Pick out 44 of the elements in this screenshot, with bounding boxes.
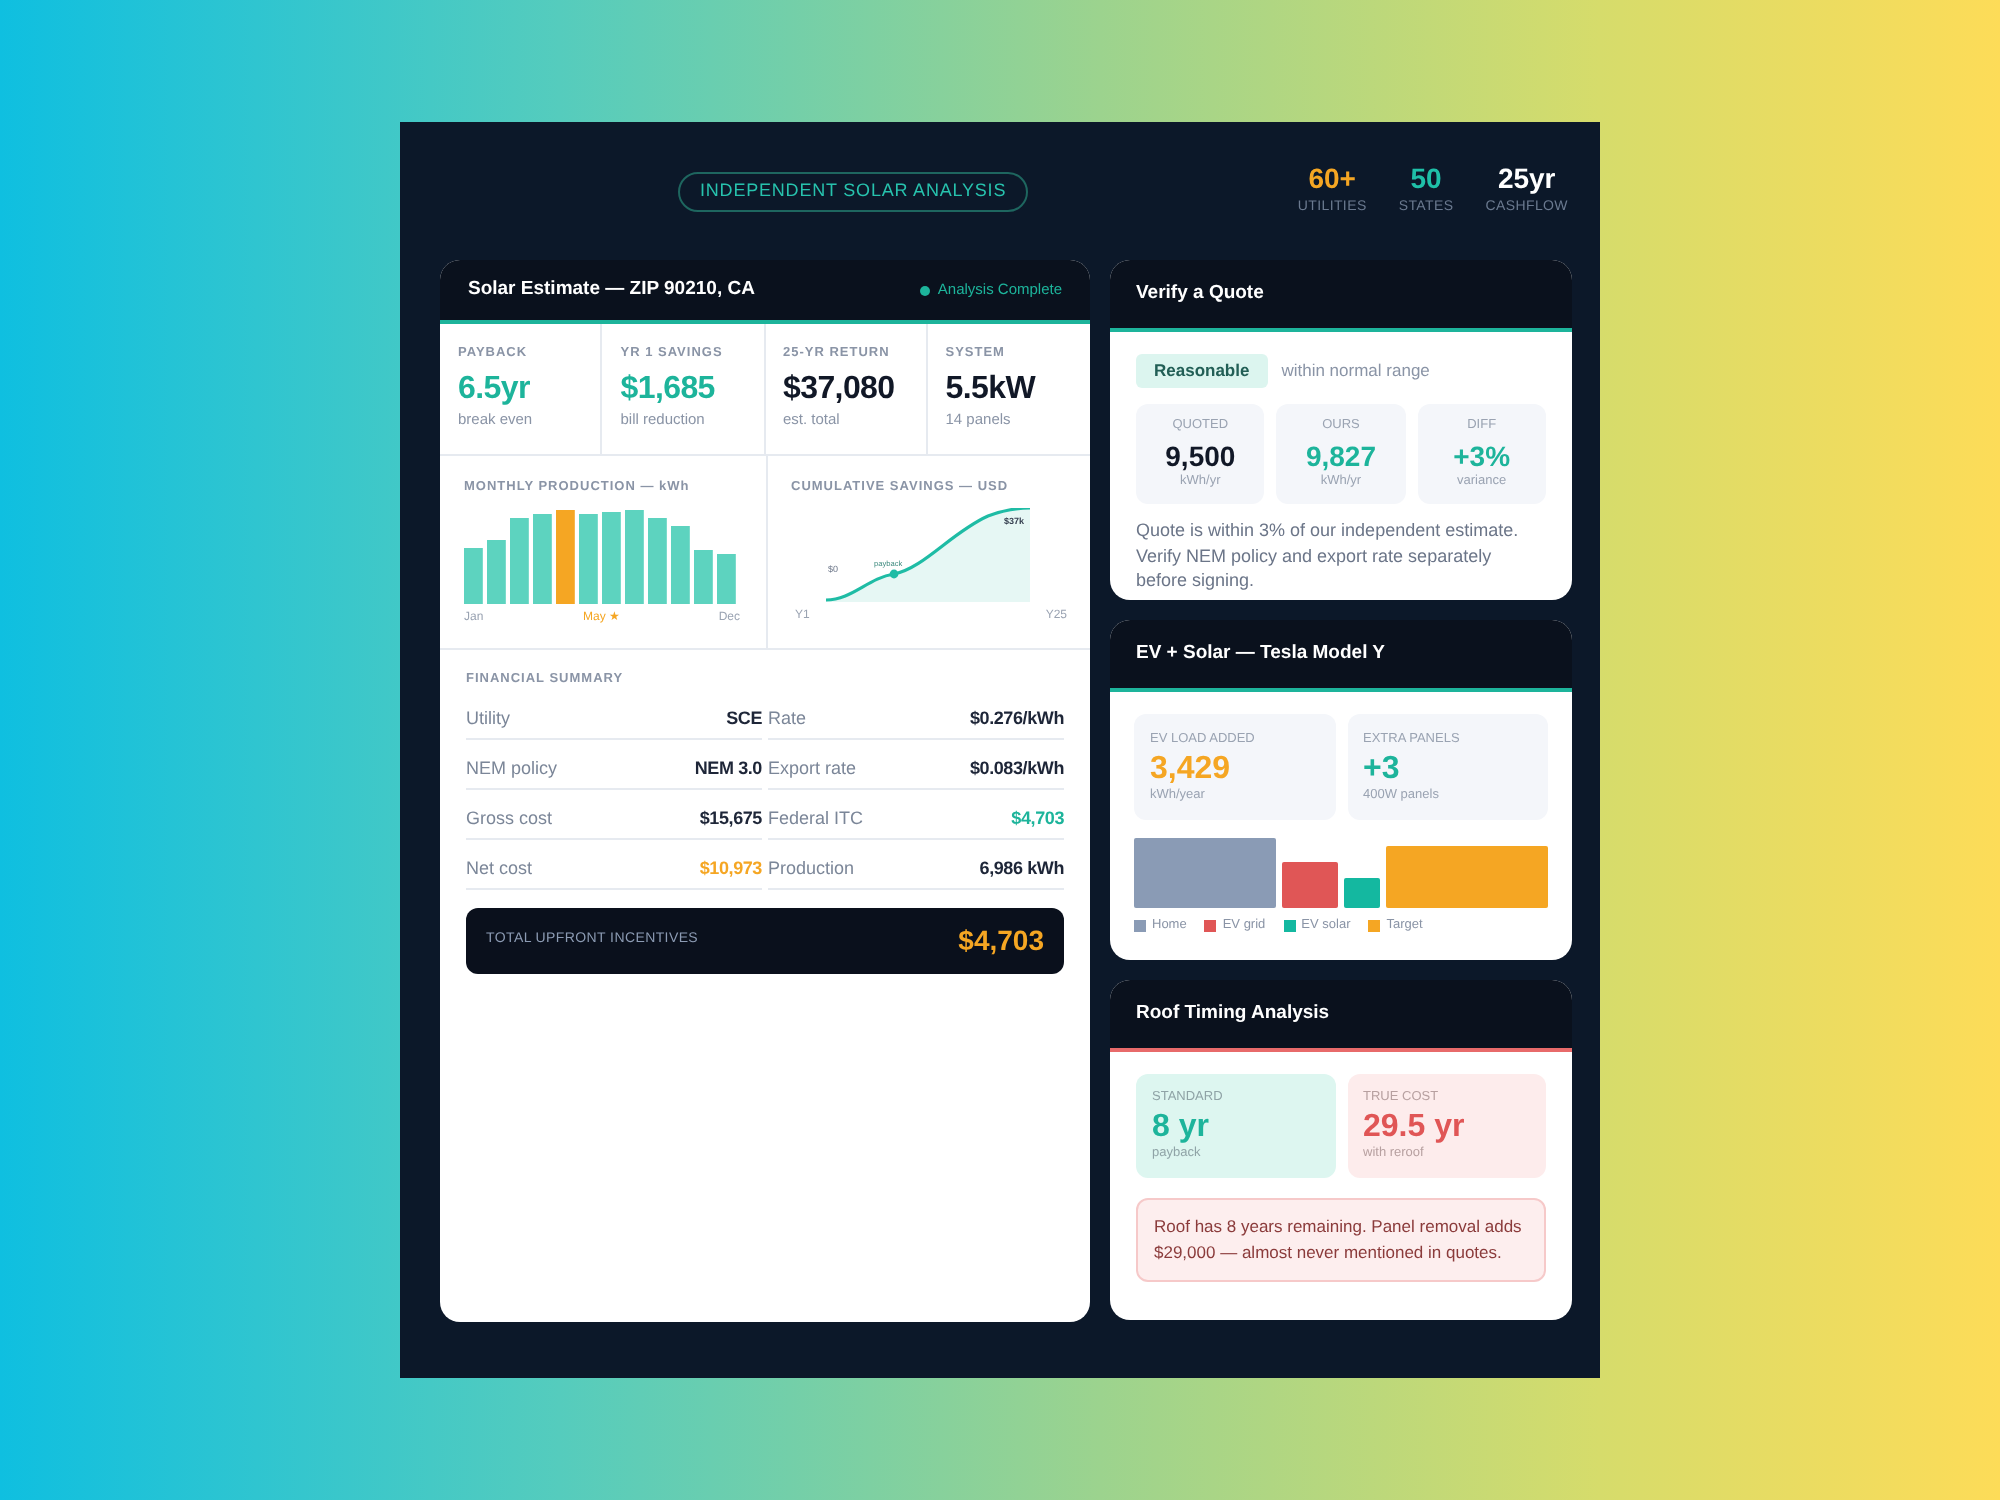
load-bar — [1344, 878, 1380, 908]
summary-value: 6,986 kWh — [979, 858, 1064, 878]
summary-value: $4,703 — [1011, 808, 1064, 828]
metric-value: 5.5kW — [945, 370, 1038, 410]
summary-value: $10,973 — [699, 858, 762, 878]
stat-value: 25yr — [1497, 162, 1556, 197]
summary-label: Rate — [768, 708, 807, 728]
metric-value: 6.5yr — [458, 370, 532, 410]
tile-value: 9,827 — [1305, 440, 1377, 474]
incentives-value: $4,703 — [958, 922, 1044, 960]
summary-value: $0.083/kWh — [969, 758, 1064, 778]
tile-value: 8 yr — [1152, 1110, 1211, 1146]
data-point-icon — [888, 569, 898, 579]
summary-value: $15,675 — [699, 808, 762, 828]
summary-label: Production — [768, 858, 855, 878]
tile-value: 3,429 — [1150, 752, 1233, 788]
stat-value: 50 — [1410, 162, 1442, 197]
analysis-badge: INDEPENDENT SOLAR ANALYSIS — [678, 171, 1029, 211]
summary-value: SCE — [726, 708, 762, 728]
summary-label: NEM policy — [466, 758, 558, 778]
metric-value: $37,080 — [783, 370, 897, 410]
summary-value: $0.276/kWh — [969, 708, 1064, 728]
load-bar — [1282, 862, 1338, 908]
card-title: EV + Solar — Tesla Model Y — [1136, 639, 1386, 668]
quote-note: Quote is within 3% of our independent estimate. Verify NEM policy and export rate separately before signing. — [1136, 518, 1521, 593]
summary-value: NEM 3.0 — [694, 758, 762, 778]
card-title: Roof Timing Analysis — [1136, 999, 1330, 1028]
tile-value: +3 — [1363, 752, 1401, 788]
verdict-badge: Reasonable — [1136, 354, 1268, 388]
metric-value: $1,685 — [620, 370, 717, 410]
tile-value: 9,500 — [1165, 440, 1236, 474]
tile-value: +3% — [1453, 440, 1511, 474]
card-title: Solar Estimate — ZIP 90210, CA — [468, 275, 755, 304]
summary-label: Net cost — [466, 858, 533, 878]
roof-warning: Roof has 8 years remaining. Panel removal adds $29,000 — almost never mentioned in quotes. — [1136, 1198, 1546, 1282]
summary-label: Export rate — [768, 758, 857, 778]
summary-label: Gross cost — [466, 808, 553, 828]
stat-value: 60+ — [1308, 162, 1356, 197]
tile-value: 29.5 yr — [1363, 1110, 1467, 1146]
verdict-note: within normal range — [1281, 358, 1430, 384]
summary-label: Federal ITC — [768, 808, 864, 828]
card-title: Verify a Quote — [1136, 279, 1264, 308]
summary-label: Utility — [466, 708, 510, 728]
load-bar — [1134, 838, 1276, 908]
